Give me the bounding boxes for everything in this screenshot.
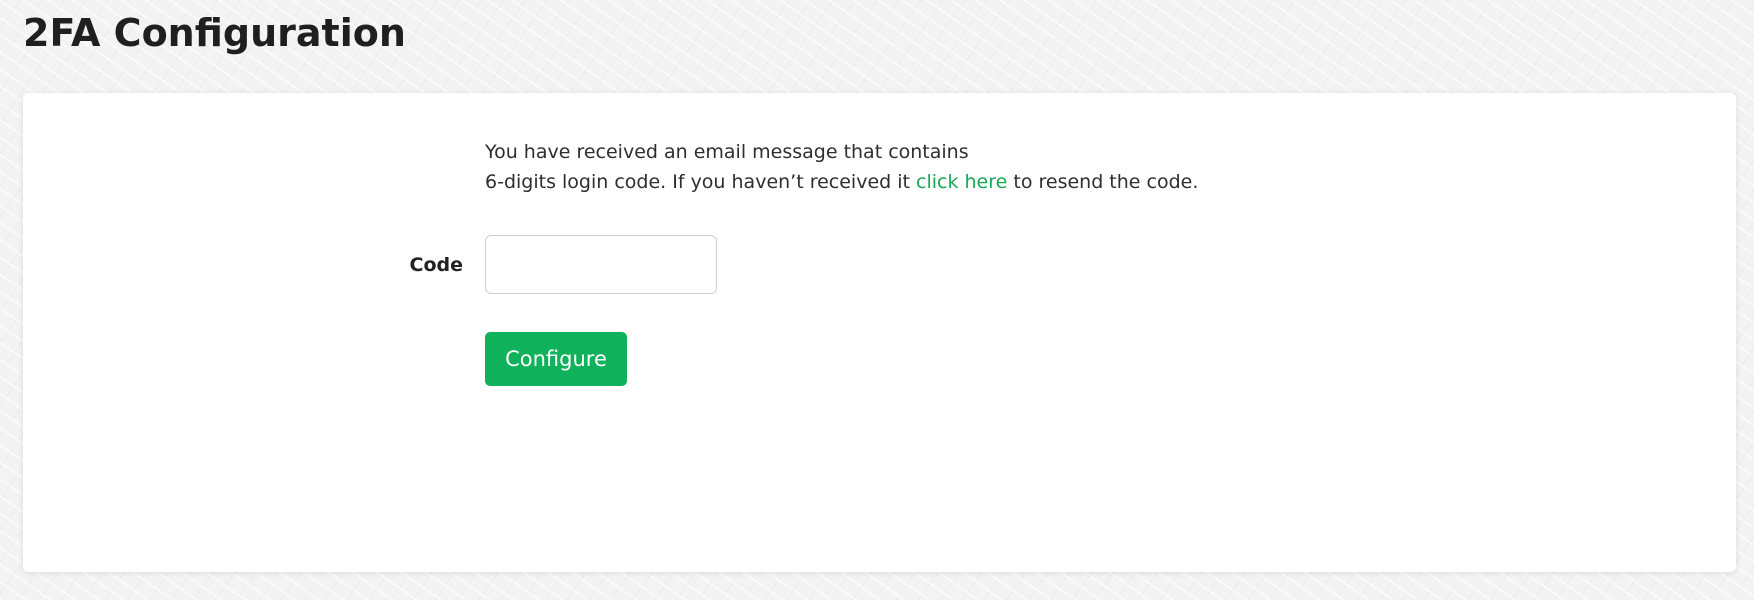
- configure-button[interactable]: Configure: [485, 332, 627, 386]
- instructions-message: You have received an email message that …: [485, 137, 1198, 197]
- message-line-1: You have received an email message that …: [485, 141, 969, 163]
- configuration-card: You have received an email message that …: [23, 93, 1736, 572]
- code-input[interactable]: [485, 235, 717, 294]
- message-line-2: 6-digits login code. If you haven’t rece…: [485, 167, 1198, 197]
- code-label: Code: [409, 254, 463, 276]
- message-line-2-tail: to resend the code.: [1007, 171, 1199, 193]
- page-title: 2FA Configuration: [23, 11, 406, 55]
- message-line-2-text: 6-digits login code. If you haven’t rece…: [485, 171, 917, 193]
- resend-code-link[interactable]: click here: [916, 171, 1007, 193]
